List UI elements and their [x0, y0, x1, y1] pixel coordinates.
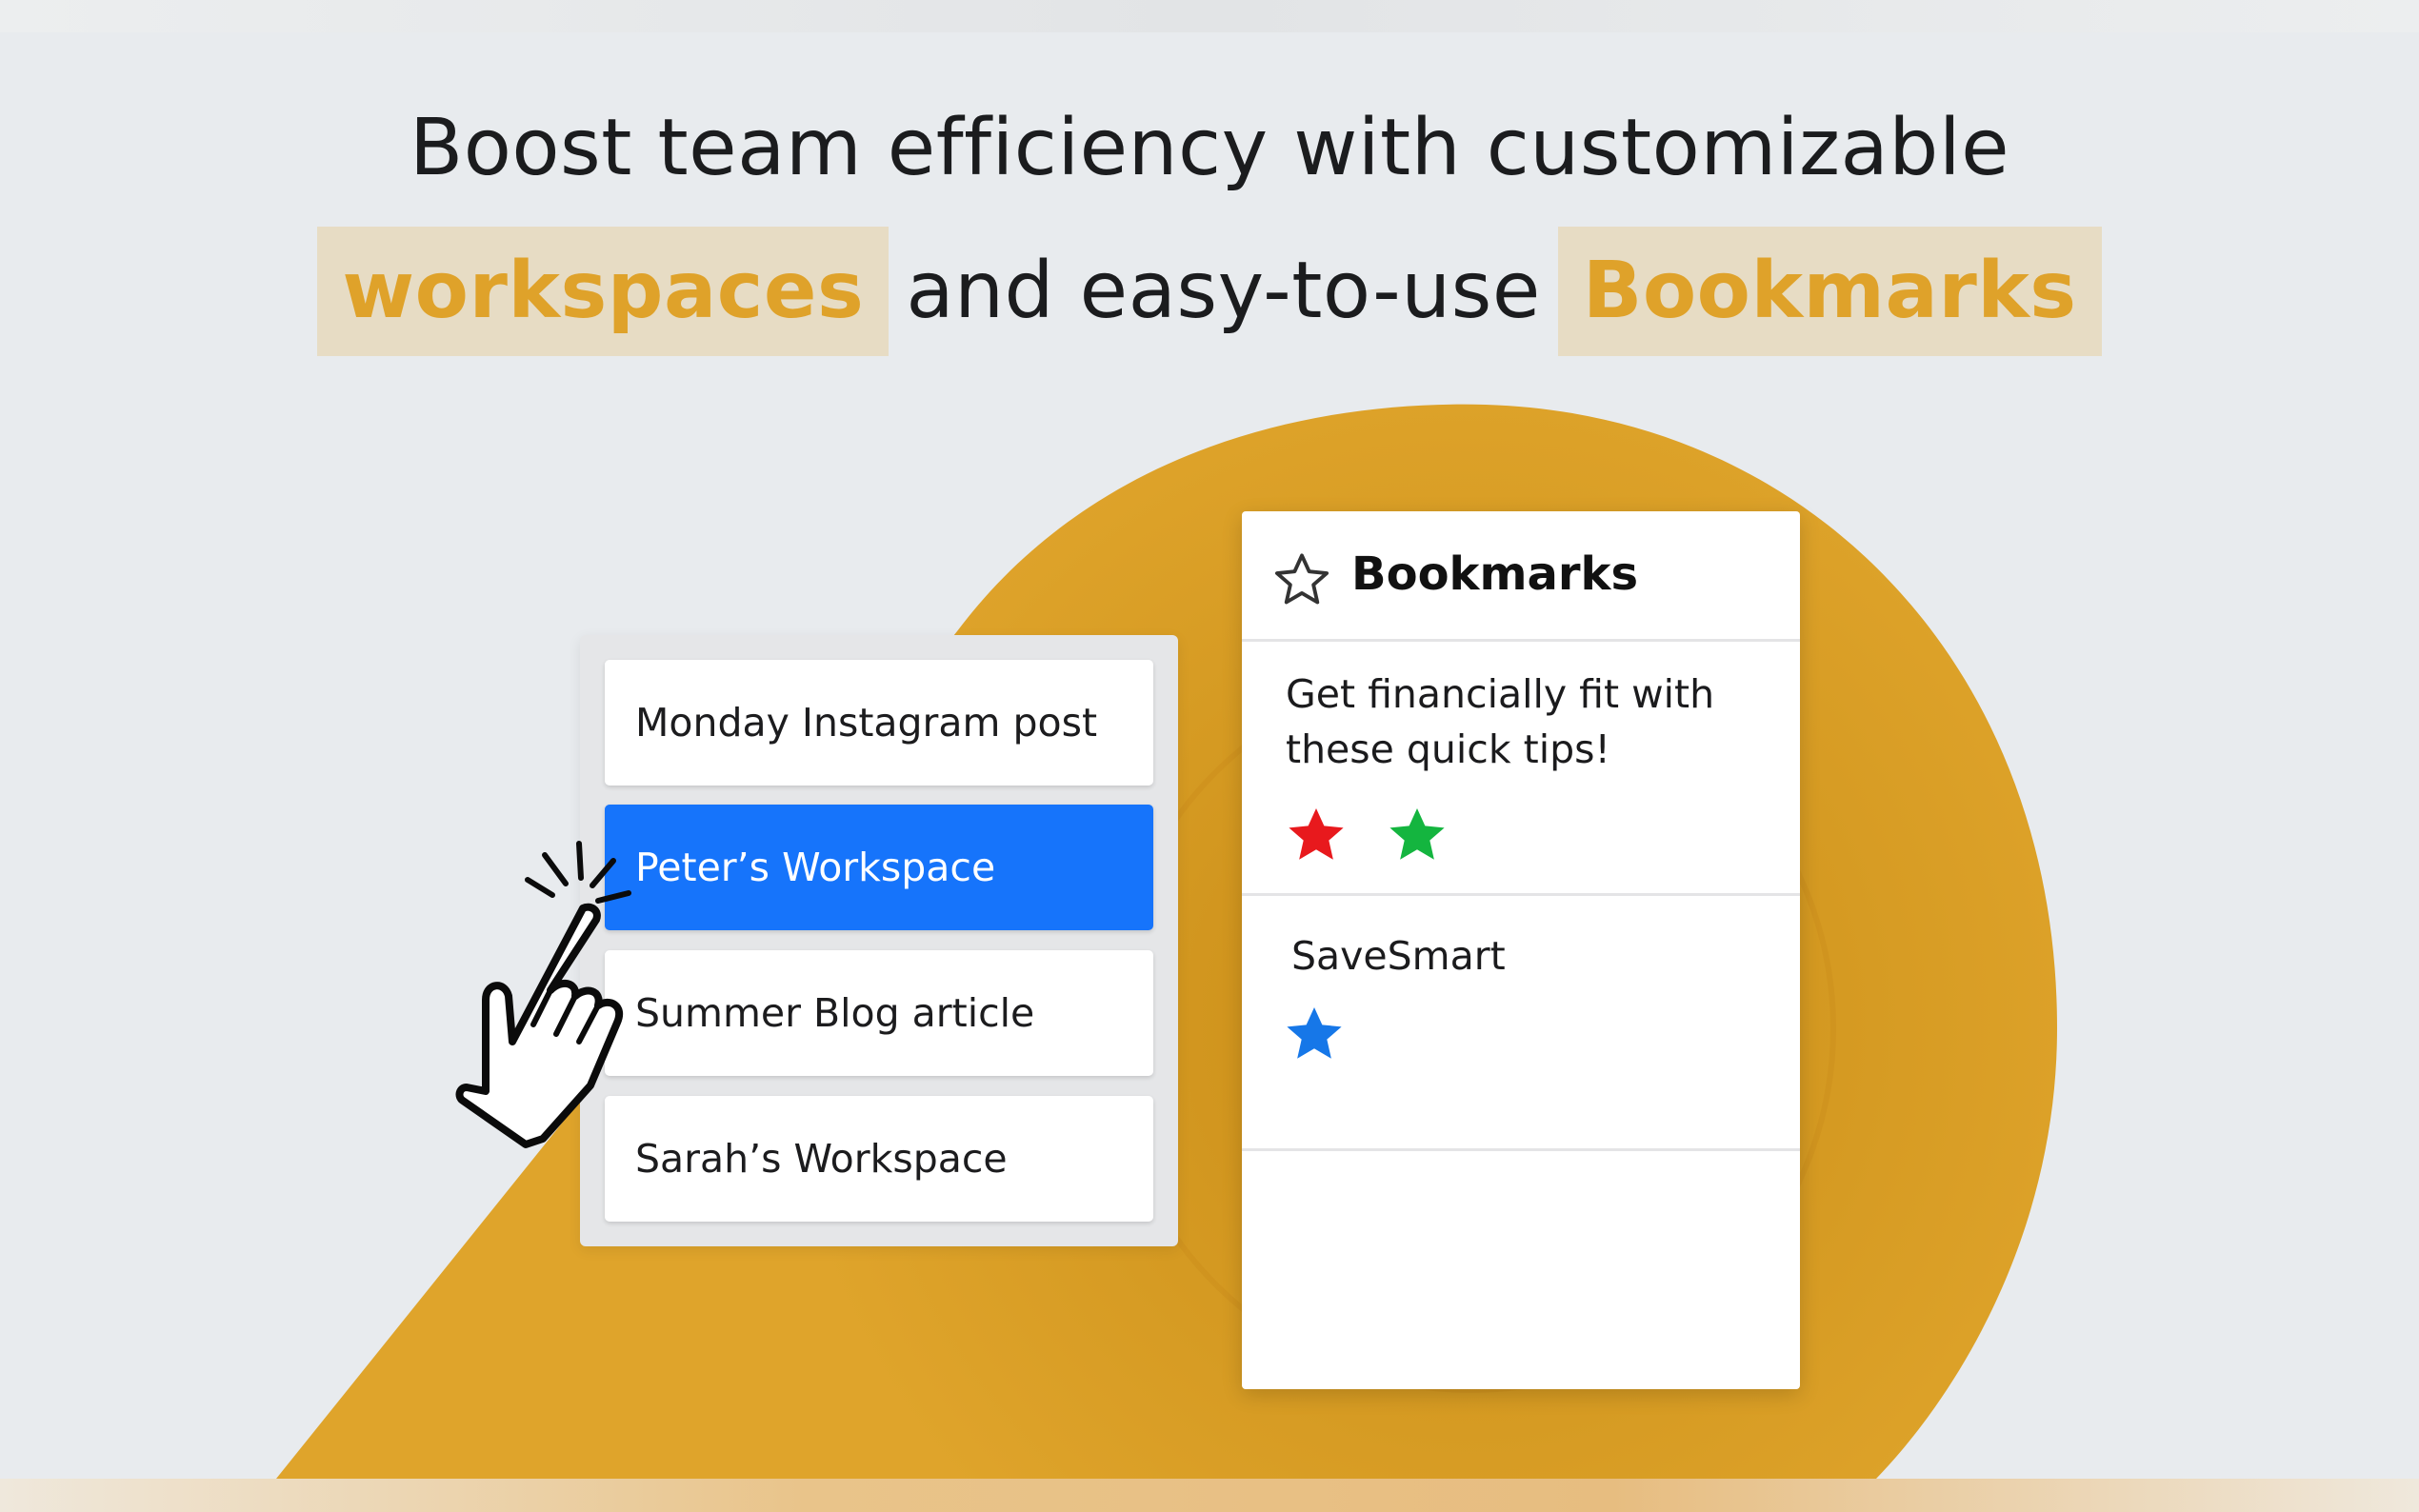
green-star-icon[interactable] — [1385, 804, 1449, 866]
bookmark-item[interactable]: SaveSmart — [1242, 896, 1800, 1151]
workspace-item-peters-workspace[interactable]: Peter’s Workspace — [605, 805, 1153, 930]
bookmarks-panel: Bookmarks Get financially fit with these… — [1242, 511, 1800, 1389]
star-outline-icon — [1274, 553, 1329, 605]
blue-star-icon[interactable] — [1282, 1003, 1347, 1065]
highlight-bookmarks: Bookmarks — [1557, 227, 2102, 356]
highlight-workspaces: workspaces — [317, 227, 890, 356]
workspace-item-summer-blog-article[interactable]: Summer Blog article — [605, 950, 1153, 1076]
headline-middle-text: and easy-to-use — [906, 246, 1541, 336]
bookmark-item-title: Get financially fit with these quick tip… — [1286, 671, 1715, 772]
workspace-item-sarahs-workspace[interactable]: Sarah’s Workspace — [605, 1096, 1153, 1222]
bookmarks-header: Bookmarks — [1242, 511, 1800, 642]
headline-line-2: workspaces and easy-to-use Bookmarks — [0, 227, 2419, 356]
bookmark-item-title: SaveSmart — [1291, 933, 1506, 979]
bottom-strip — [0, 1479, 2419, 1512]
red-star-icon[interactable] — [1284, 804, 1349, 866]
workspace-list-panel: Monday Instagram post Peter’s Workspace … — [580, 635, 1178, 1246]
decorative-background-shape — [276, 404, 2057, 1479]
bookmarks-title: Bookmarks — [1351, 547, 1639, 601]
pointing-hand-click-icon — [455, 841, 631, 1148]
headline-line-1: Boost team efficiency with customizable — [409, 103, 2010, 193]
bookmark-item[interactable]: Get financially fit with these quick tip… — [1242, 642, 1800, 896]
workspace-item-monday-instagram-post[interactable]: Monday Instagram post — [605, 660, 1153, 786]
